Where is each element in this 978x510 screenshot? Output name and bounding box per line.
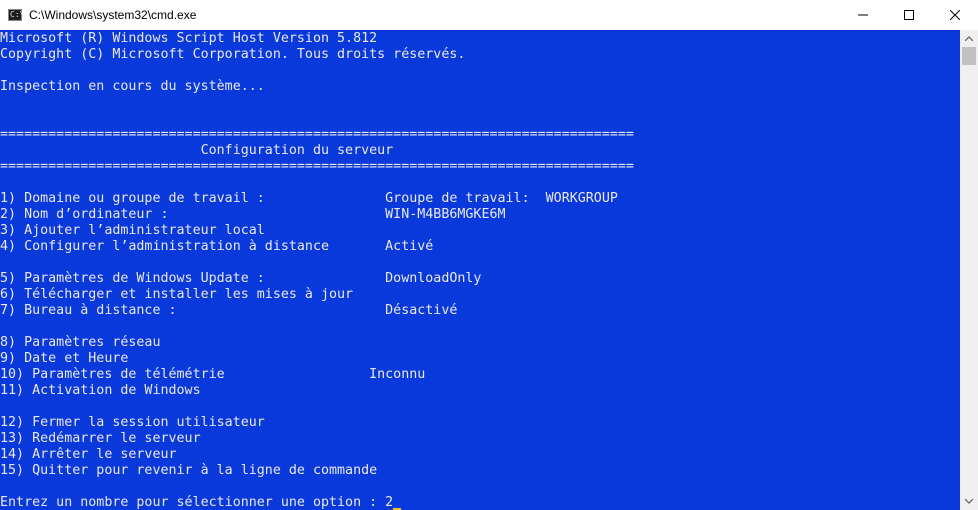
console-output[interactable]: Microsoft (R) Windows Script Host Versio…	[0, 30, 960, 510]
scroll-down-button[interactable]	[960, 493, 978, 510]
console-line: ========================================…	[0, 127, 634, 142]
console-line: Configuration du serveur	[0, 143, 394, 158]
console-line: 8) Paramètres réseau	[0, 335, 161, 350]
console-line: 10) Paramètres de télémétrie Inconnu	[0, 367, 426, 382]
scroll-up-button[interactable]	[960, 30, 978, 47]
console-line: 3) Ajouter l’administrateur local	[0, 223, 265, 238]
console-line: 9) Date et Heure	[0, 351, 129, 366]
console-line: 14) Arrêter le serveur	[0, 447, 177, 462]
console-line: Copyright (C) Microsoft Corporation. Tou…	[0, 47, 466, 62]
console-line: 11) Activation de Windows	[0, 383, 201, 398]
console-line: 7) Bureau à distance : Désactivé	[0, 303, 458, 318]
cmd-app-icon: C:\	[8, 9, 25, 21]
cmd-window: C:\ C:\Windows\system32\cmd.exe Microsof…	[0, 0, 978, 510]
chevron-up-icon	[965, 36, 973, 41]
console-line: 13) Redémarrer le serveur	[0, 431, 201, 446]
title-bar[interactable]: C:\ C:\Windows\system32\cmd.exe	[0, 0, 978, 30]
console-line: Inspection en cours du système...	[0, 79, 265, 94]
console-line: 15) Quitter pour revenir à la ligne de c…	[0, 463, 378, 478]
console-line: 2) Nom d’ordinateur : WIN-M4BB6MGKE6M	[0, 207, 506, 222]
minimize-button[interactable]	[840, 0, 886, 30]
console-line: ========================================…	[0, 159, 634, 174]
minimize-icon	[858, 14, 868, 16]
console-line: 1) Domaine ou groupe de travail : Groupe…	[0, 191, 618, 206]
console-line: Microsoft (R) Windows Script Host Versio…	[0, 31, 378, 46]
chevron-down-icon	[965, 499, 973, 504]
vertical-scrollbar[interactable]	[960, 30, 978, 510]
console-line: 12) Fermer la session utilisateur	[0, 415, 265, 430]
console-line: 6) Télécharger et installer les mises à …	[0, 287, 354, 302]
close-button[interactable]	[932, 0, 978, 30]
console-line: 4) Configurer l’administration à distanc…	[0, 239, 434, 254]
window-title: C:\Windows\system32\cmd.exe	[29, 8, 197, 22]
close-icon	[950, 10, 960, 20]
maximize-icon	[904, 10, 914, 20]
maximize-button[interactable]	[886, 0, 932, 30]
console-line: 5) Paramètres de Windows Update : Downlo…	[0, 271, 482, 286]
console-line: Entrez un nombre pour sélectionner une o…	[0, 495, 394, 510]
scroll-thumb[interactable]	[962, 47, 976, 65]
